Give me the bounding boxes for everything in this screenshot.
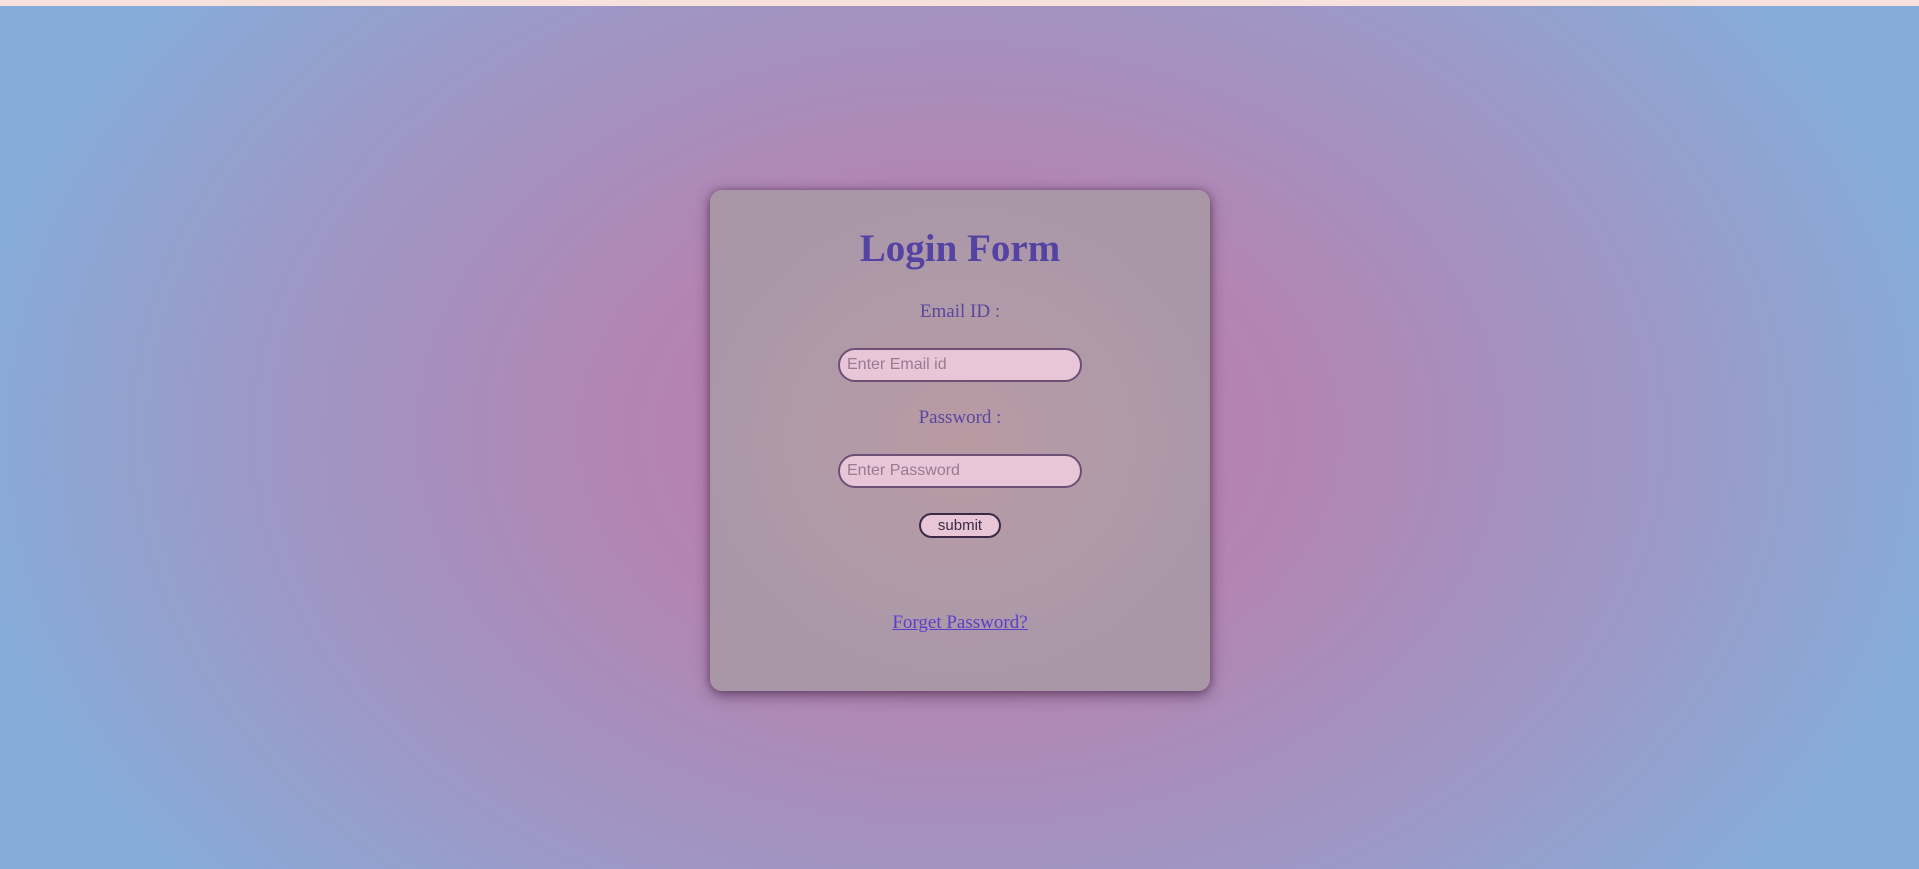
submit-button[interactable]: submit xyxy=(919,513,1001,538)
login-card: Login Form Email ID : Password : submit … xyxy=(710,190,1210,691)
forget-password-container: Forget Password? xyxy=(710,612,1210,634)
email-label: Email ID : xyxy=(919,301,1001,322)
top-strip xyxy=(0,0,1919,6)
password-label: Password : xyxy=(918,407,1002,428)
password-input[interactable] xyxy=(838,454,1082,488)
form-title: Login Form xyxy=(859,227,1061,270)
email-input[interactable] xyxy=(838,348,1082,382)
forget-password-link[interactable]: Forget Password? xyxy=(892,612,1027,633)
